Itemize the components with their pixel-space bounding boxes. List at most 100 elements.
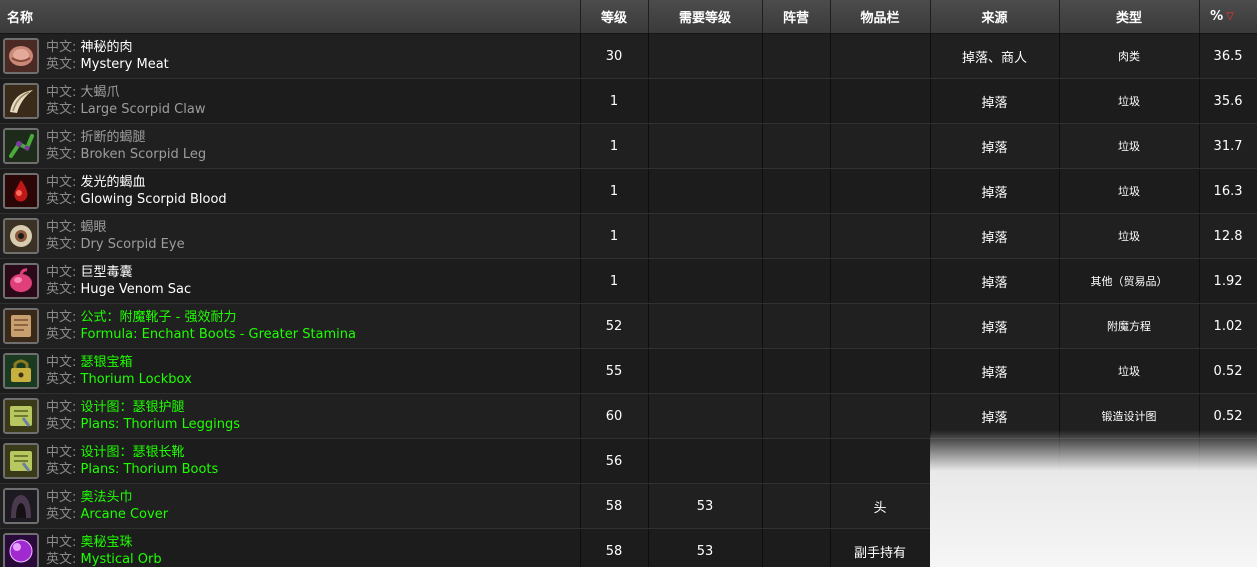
cell-name: 中文: 瑟银宝箱 英文: Thorium Lockbox [0, 348, 581, 394]
cell-level: 60 [580, 393, 649, 439]
cell-percent: 1.02 [1199, 303, 1257, 349]
header-percent[interactable]: % ▽ [1199, 0, 1257, 34]
cell-level: 52 [580, 303, 649, 349]
table-row[interactable]: 中文: 神秘的肉 英文: Mystery Meat 30 掉落、商人 肉类 36… [0, 33, 1257, 79]
item-name-cn[interactable]: 奥秘宝珠 [81, 535, 133, 550]
table-header: 名称 等级 需要等级 阵营 物品栏 来源 类型 % ▽ [0, 0, 1257, 34]
header-slot[interactable]: 物品栏 [830, 0, 931, 34]
table-row[interactable]: 中文: 大蝎爪 英文: Large Scorpid Claw 1 掉落 垃圾 3… [0, 78, 1257, 124]
name-cn-line: 中文: 神秘的肉 [46, 39, 169, 56]
loot-table: 名称 等级 需要等级 阵营 物品栏 来源 类型 % ▽ 中文: 神秘的肉 英文: … [0, 0, 1257, 567]
orb-icon[interactable] [3, 533, 39, 567]
table-row[interactable]: 中文: 设计图：瑟银护腿 英文: Plans: Thorium Leggings… [0, 393, 1257, 439]
cell-required-level [648, 213, 763, 259]
cell-required-level [648, 393, 763, 439]
cell-name: 中文: 折断的蝎腿 英文: Broken Scorpid Leg [0, 123, 581, 169]
header-side[interactable]: 阵营 [762, 0, 831, 34]
table-row[interactable]: 中文: 瑟银宝箱 英文: Thorium Lockbox 55 掉落 垃圾 0.… [0, 348, 1257, 394]
item-name-cn[interactable]: 瑟银宝箱 [81, 355, 133, 370]
plans-icon[interactable] [3, 398, 39, 434]
table-row[interactable]: 中文: 奥法头巾 英文: Arcane Cover 58 53 头 [0, 483, 1257, 529]
table-row[interactable]: 中文: 巨型毒囊 英文: Huge Venom Sac 1 掉落 其他（贸易品）… [0, 258, 1257, 304]
scroll-icon[interactable] [3, 308, 39, 344]
header-type[interactable]: 类型 [1059, 0, 1200, 34]
cell-type: 锻造设计图 [1059, 393, 1200, 439]
scorpid-leg-icon[interactable] [3, 128, 39, 164]
item-name-en[interactable]: Thorium Lockbox [81, 372, 192, 387]
item-name-cn[interactable]: 神秘的肉 [81, 40, 133, 55]
eye-icon[interactable] [3, 218, 39, 254]
cell-side [762, 258, 831, 304]
cell-percent: 16.3 [1199, 168, 1257, 214]
cell-side [762, 393, 831, 439]
table-body: 中文: 神秘的肉 英文: Mystery Meat 30 掉落、商人 肉类 36… [0, 33, 1257, 567]
item-name-en[interactable]: Arcane Cover [81, 507, 169, 522]
cell-level: 1 [580, 168, 649, 214]
table-row[interactable]: 中文: 发光的蝎血 英文: Glowing Scorpid Blood 1 掉落… [0, 168, 1257, 214]
cell-source: 掉落 [930, 123, 1060, 169]
name-cn-line: 中文: 大蝎爪 [46, 84, 205, 101]
cell-type: 垃圾 [1059, 78, 1200, 124]
item-name-cn[interactable]: 巨型毒囊 [81, 265, 133, 280]
item-name-cn[interactable]: 设计图：瑟银护腿 [81, 400, 185, 415]
item-name-en[interactable]: Glowing Scorpid Blood [81, 192, 227, 207]
item-name-en[interactable]: Large Scorpid Claw [81, 102, 206, 117]
item-name-en[interactable]: Plans: Thorium Boots [81, 462, 219, 477]
cell-side [762, 33, 831, 79]
cell-source: 掉落 [930, 348, 1060, 394]
blood-icon[interactable] [3, 173, 39, 209]
cell-required-level [648, 303, 763, 349]
name-en-line: 英文: Mystery Meat [46, 56, 169, 73]
table-row[interactable]: 中文: 设计图：瑟银长靴 英文: Plans: Thorium Boots 56 [0, 438, 1257, 484]
item-name-cn[interactable]: 大蝎爪 [81, 85, 120, 100]
item-name-en[interactable]: Dry Scorpid Eye [81, 237, 185, 252]
table-row[interactable]: 中文: 折断的蝎腿 英文: Broken Scorpid Leg 1 掉落 垃圾… [0, 123, 1257, 169]
item-name-en[interactable]: Formula: Enchant Boots - Greater Stamina [81, 327, 356, 342]
cell-percent: 12.8 [1199, 213, 1257, 259]
item-name-en[interactable]: Huge Venom Sac [81, 282, 192, 297]
plans-icon[interactable] [3, 443, 39, 479]
cell-percent: 36.5 [1199, 33, 1257, 79]
cell-source: 掉落、商人 [930, 33, 1060, 79]
item-name-en[interactable]: Mystery Meat [81, 57, 169, 72]
table-row[interactable]: 中文: 公式：附魔靴子 - 强效耐力 英文: Formula: Enchant … [0, 303, 1257, 349]
cell-name: 中文: 神秘的肉 英文: Mystery Meat [0, 33, 581, 79]
header-required-level[interactable]: 需要等级 [648, 0, 763, 34]
label-en: 英文: [46, 372, 77, 387]
item-name-cn[interactable]: 公式：附魔靴子 - 强效耐力 [81, 310, 237, 325]
item-name-cn[interactable]: 折断的蝎腿 [81, 130, 146, 145]
table-row[interactable]: 中文: 蝎眼 英文: Dry Scorpid Eye 1 掉落 垃圾 12.8 [0, 213, 1257, 259]
cell-source: 掉落 [930, 393, 1060, 439]
lockbox-icon[interactable] [3, 353, 39, 389]
claw-icon[interactable] [3, 83, 39, 119]
header-name[interactable]: 名称 [0, 0, 581, 34]
cell-name: 中文: 设计图：瑟银护腿 英文: Plans: Thorium Leggings [0, 393, 581, 439]
label-cn: 中文: [46, 175, 77, 190]
label-en: 英文: [46, 57, 77, 72]
meat-icon[interactable] [3, 38, 39, 74]
cell-side [762, 438, 831, 484]
header-level[interactable]: 等级 [580, 0, 649, 34]
item-name-en[interactable]: Mystical Orb [81, 552, 162, 567]
cell-source: 掉落 [930, 303, 1060, 349]
label-en: 英文: [46, 327, 77, 342]
name-cn-line: 中文: 奥法头巾 [46, 489, 168, 506]
name-en-line: 英文: Huge Venom Sac [46, 281, 191, 298]
name-en-line: 英文: Mystical Orb [46, 551, 162, 567]
item-name-cn[interactable]: 奥法头巾 [81, 490, 133, 505]
item-name-en[interactable]: Broken Scorpid Leg [81, 147, 207, 162]
item-name-cn[interactable]: 发光的蝎血 [81, 175, 146, 190]
label-en: 英文: [46, 507, 77, 522]
header-source[interactable]: 来源 [930, 0, 1060, 34]
item-name-en[interactable]: Plans: Thorium Leggings [81, 417, 240, 432]
cell-side [762, 348, 831, 394]
item-name-cn[interactable]: 蝎眼 [81, 220, 107, 235]
item-name-cn[interactable]: 设计图：瑟银长靴 [81, 445, 185, 460]
cell-slot [830, 258, 931, 304]
cell-type: 垃圾 [1059, 213, 1200, 259]
venom-sac-icon[interactable] [3, 263, 39, 299]
hood-icon[interactable] [3, 488, 39, 524]
cell-level: 1 [580, 123, 649, 169]
table-row[interactable]: 中文: 奥秘宝珠 英文: Mystical Orb 58 53 副手持有 [0, 528, 1257, 567]
label-en: 英文: [46, 102, 77, 117]
